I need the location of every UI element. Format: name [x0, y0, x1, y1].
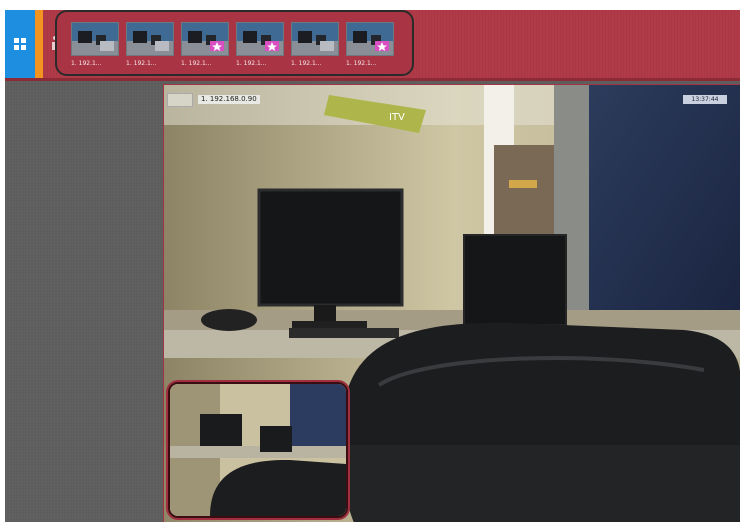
camera-thumbnail-label: 1. 192.1...	[291, 60, 322, 67]
camera-thumbnail[interactable]: 1. 192.1...	[291, 22, 339, 70]
side-panel	[5, 81, 161, 522]
video-viewer[interactable]: ITV 1. 192.168.0.90 13:37:44	[163, 84, 740, 522]
active-indicator	[35, 10, 43, 78]
camera-preview	[291, 22, 339, 56]
camera-thumbnail[interactable]: 1. 192.1...	[236, 22, 284, 70]
camera-thumbnail-label: 1. 192.1...	[346, 60, 377, 67]
camera-thumbnail[interactable]: 1. 192.1...	[71, 22, 119, 70]
camera-preview	[71, 22, 119, 56]
layout-button[interactable]	[5, 10, 35, 78]
camera-thumbnail-label: 1. 192.1...	[236, 60, 267, 67]
camera-thumbnail-label: 1. 192.1...	[126, 60, 157, 67]
camera-thumbnail-label: 1. 192.1...	[181, 60, 212, 67]
camera-toolbar: 1. 192.1... 1. 192.1... 1. 192.1... 1. 192.…	[5, 10, 740, 81]
timestamp: 13:37:44	[683, 95, 727, 104]
camera-preview	[126, 22, 174, 56]
camera-strip[interactable]: 1. 192.1... 1. 192.1... 1. 192.1... 1. 192.…	[55, 10, 414, 76]
camera-preview	[181, 22, 229, 56]
picture-in-picture[interactable]	[168, 382, 348, 518]
grid-icon	[14, 38, 26, 50]
camera-thumbnail[interactable]: 1. 192.1...	[346, 22, 394, 70]
wall-sign-text: ITV	[389, 112, 405, 123]
camera-label: 1. 192.168.0.90	[198, 95, 260, 104]
pip-feed	[170, 384, 346, 516]
camera-thumbnail[interactable]: 1. 192.1...	[126, 22, 174, 70]
camera-preview	[346, 22, 394, 56]
camera-thumbnail[interactable]: 1. 192.1...	[181, 22, 229, 70]
camera-icon	[167, 93, 193, 107]
camera-thumbnail-label: 1. 192.1...	[71, 60, 102, 67]
camera-preview	[236, 22, 284, 56]
video-surveillance-app: 1. 192.1... 1. 192.1... 1. 192.1... 1. 192.…	[5, 10, 740, 522]
